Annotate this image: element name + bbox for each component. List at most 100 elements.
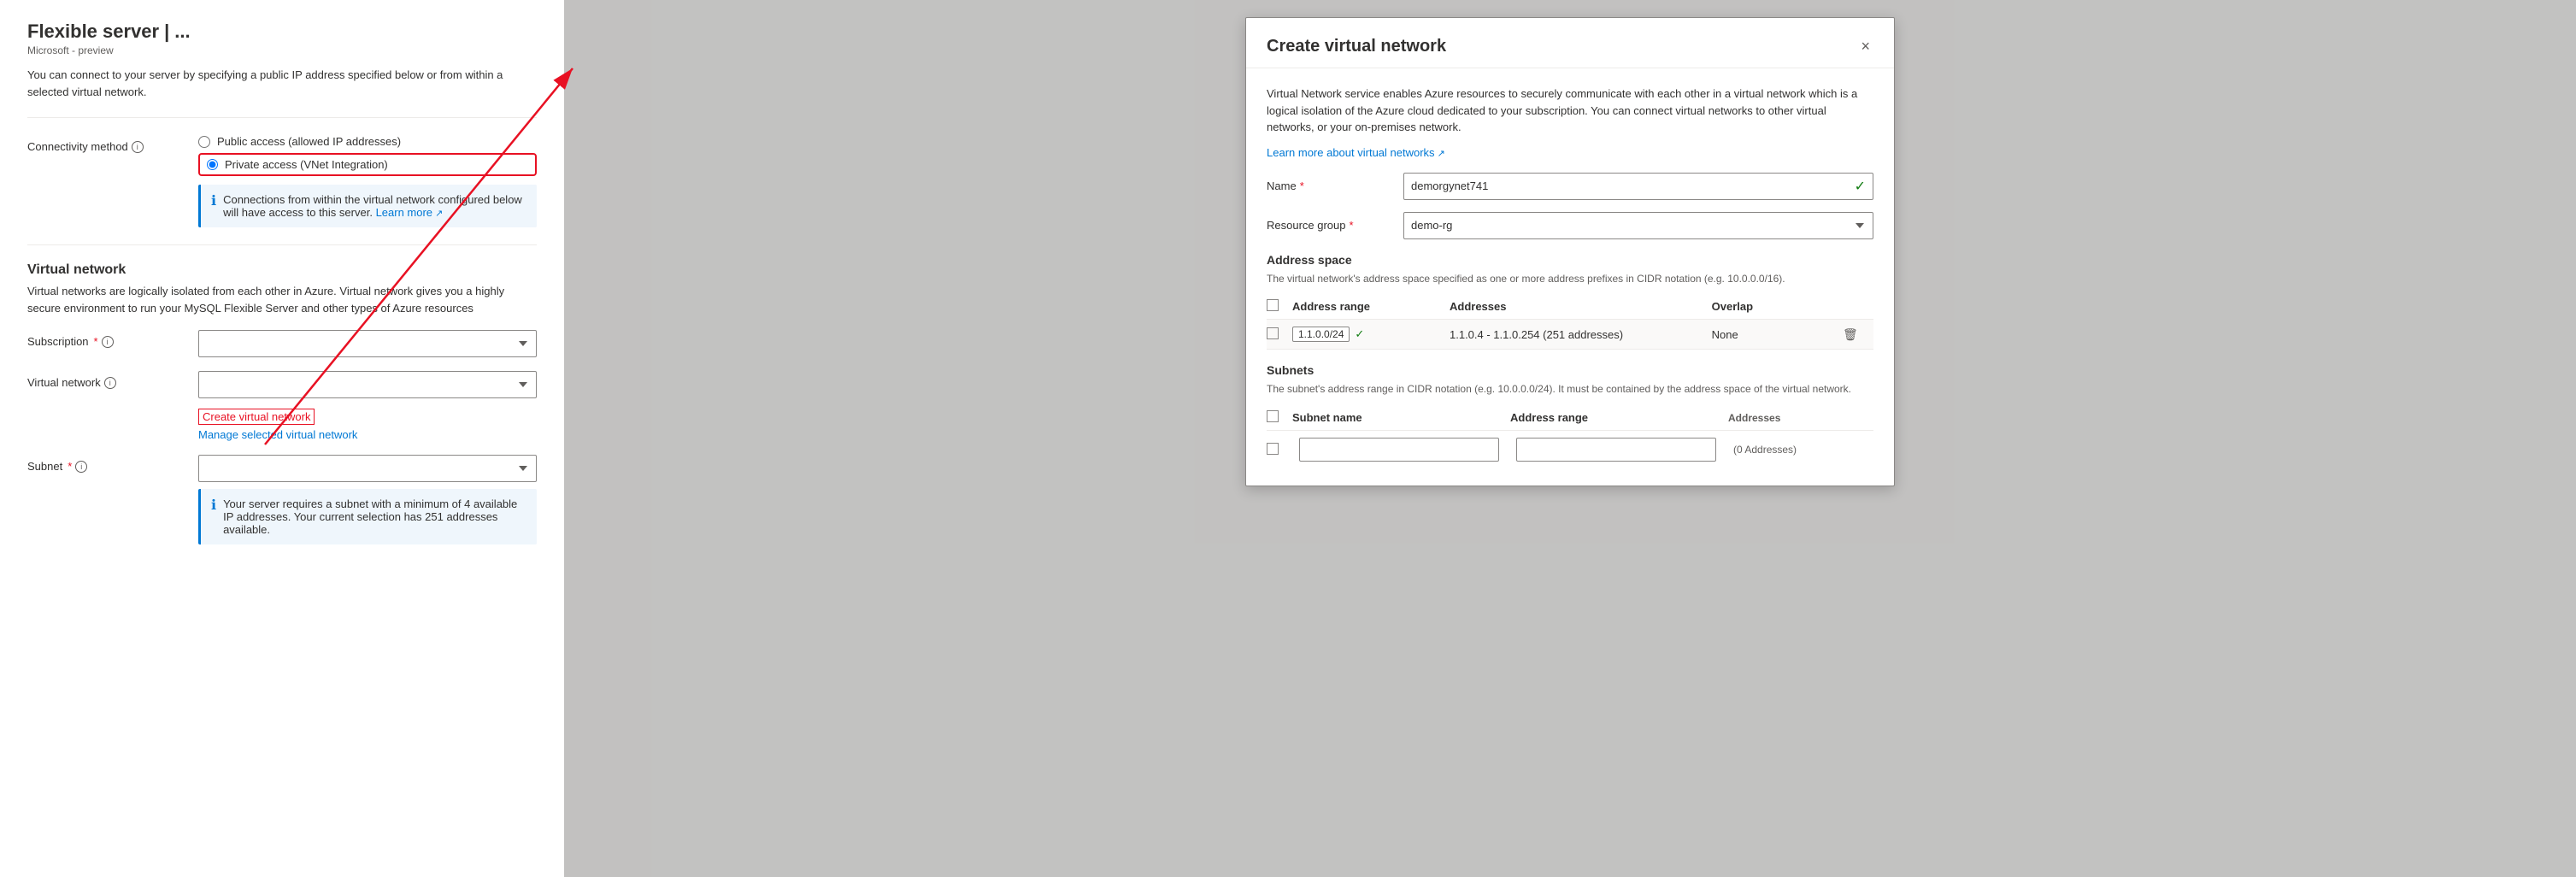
modal-header: Create virtual network × — [1246, 18, 1894, 68]
manage-vnet-link[interactable]: Manage selected virtual network — [198, 428, 357, 441]
modal-rg-select[interactable]: demo-rg — [1403, 212, 1873, 239]
subnet-header-addresses: Addresses — [1728, 412, 1873, 424]
modal-body: Virtual Network service enables Azure re… — [1246, 68, 1894, 486]
modal-rg-select-wrapper: demo-rg — [1403, 212, 1873, 239]
page-subtitle: Microsoft - preview — [27, 44, 537, 56]
range-badge: 1.1.0.0/24 — [1292, 327, 1350, 342]
subnet-name-input[interactable] — [1299, 438, 1499, 462]
subscription-control — [198, 330, 537, 357]
modal-name-input[interactable] — [1411, 180, 1855, 192]
subnet-name-col — [1299, 438, 1509, 462]
address-table-header: Address range Addresses Overlap — [1267, 294, 1873, 320]
header-checkbox[interactable] — [1267, 299, 1279, 311]
subnet-label-text: Subnet — [27, 460, 62, 473]
address-table-row: 1.1.0.0/24 ✓ 1.1.0.4 - 1.1.0.254 (251 ad… — [1267, 320, 1873, 350]
subnet-header-name: Subnet name — [1292, 411, 1510, 424]
subnet-select[interactable] — [198, 455, 537, 482]
vnet-label: Virtual network i — [27, 371, 198, 389]
infobox-message: Connections from within the virtual netw… — [223, 193, 522, 219]
vnet-control: Create virtual network Manage selected v… — [198, 371, 537, 441]
page-container: Flexible server | ... Microsoft - previe… — [0, 0, 2576, 877]
subnet-table-header: Subnet name Address range Addresses — [1267, 405, 1873, 431]
modal-rg-required: * — [1350, 219, 1354, 232]
vnet-row: Virtual network i Create virtual network… — [27, 371, 537, 441]
row-overlap-col: None — [1712, 328, 1843, 341]
subnet-data-row: (0 Addresses) — [1267, 431, 1873, 468]
right-panel: Create virtual network × Virtual Network… — [564, 0, 2576, 877]
subnet-row: Subnet * i ℹ Your server requires a subn… — [27, 455, 537, 544]
private-access-label: Private access (VNet Integration) — [225, 158, 388, 171]
subnet-select-wrapper — [198, 455, 537, 482]
subnet-row-checkbox[interactable] — [1267, 443, 1279, 455]
subnet-row-check — [1267, 443, 1292, 457]
header-range-col: Address range — [1292, 300, 1450, 313]
modal-description: Virtual Network service enables Azure re… — [1267, 85, 1873, 136]
subnet-header-checkbox[interactable] — [1267, 410, 1279, 422]
connectivity-label: Connectivity method i — [27, 135, 198, 153]
create-vnet-link[interactable]: Create virtual network — [198, 409, 315, 425]
subnet-control: ℹ Your server requires a subnet with a m… — [198, 455, 537, 544]
vnet-section-desc: Virtual networks are logically isolated … — [27, 283, 537, 316]
connectivity-method-row: Connectivity method i Public access (all… — [27, 135, 537, 227]
vnet-label-text: Virtual network — [27, 376, 101, 389]
header-overlap-col: Overlap — [1712, 300, 1843, 313]
delete-row-button[interactable]: 🗑 — [1843, 327, 1858, 341]
infobox-text: Connections from within the virtual netw… — [223, 193, 526, 219]
connectivity-infobox: ℹ Connections from within the virtual ne… — [198, 185, 537, 227]
connectivity-options: Public access (allowed IP addresses) Pri… — [198, 135, 537, 227]
vnet-section-heading: Virtual network — [27, 262, 537, 278]
vnet-info-icon[interactable]: i — [104, 377, 116, 389]
subscription-info-icon[interactable]: i — [102, 336, 114, 348]
public-access-radio[interactable] — [198, 136, 210, 148]
address-space-desc: The virtual network's address space spec… — [1267, 272, 1873, 286]
left-panel: Flexible server | ... Microsoft - previe… — [0, 0, 564, 877]
subnet-label: Subnet * i — [27, 455, 198, 473]
subnet-range-col — [1516, 438, 1726, 462]
vnet-select[interactable] — [198, 371, 537, 398]
subnet-range-input[interactable] — [1516, 438, 1716, 462]
row-check-col — [1267, 327, 1292, 342]
learn-more-link[interactable]: Learn more — [376, 206, 444, 219]
page-title: Flexible server — [27, 21, 159, 43]
header-check-col — [1267, 299, 1292, 314]
range-check-icon: ✓ — [1355, 327, 1364, 341]
public-access-option[interactable]: Public access (allowed IP addresses) — [198, 135, 537, 148]
name-valid-icon: ✓ — [1855, 178, 1866, 195]
subnet-required: * — [68, 460, 72, 473]
modal-rg-label: Resource group * — [1267, 219, 1403, 232]
row-action-col: 🗑 — [1843, 327, 1873, 342]
connectivity-info-icon[interactable]: i — [132, 141, 144, 153]
subnet-infobox-icon: ℹ — [211, 497, 216, 514]
modal-name-input-wrapper: ✓ — [1403, 173, 1873, 200]
radio-group: Public access (allowed IP addresses) Pri… — [198, 135, 537, 176]
address-space-heading: Address space — [1267, 253, 1873, 267]
modal-name-label: Name * — [1267, 180, 1403, 192]
modal-title: Create virtual network — [1267, 37, 1446, 56]
modal-name-required: * — [1300, 180, 1304, 192]
vnet-select-wrapper — [198, 371, 537, 398]
subscription-required: * — [94, 335, 98, 348]
subnets-heading: Subnets — [1267, 363, 1873, 377]
page-description: You can connect to your server by specif… — [27, 67, 537, 100]
subnet-infobox-text: Your server requires a subnet with a min… — [223, 497, 526, 536]
subnet-info-icon[interactable]: i — [75, 461, 87, 473]
subnet-header-check — [1267, 410, 1292, 425]
subnet-header-range: Address range — [1510, 411, 1728, 424]
header-addresses-col: Addresses — [1450, 300, 1712, 313]
more-options-button[interactable]: ... — [174, 21, 190, 43]
private-access-radio[interactable] — [207, 159, 218, 170]
private-access-highlighted[interactable]: Private access (VNet Integration) — [198, 153, 537, 176]
connectivity-label-text: Connectivity method — [27, 140, 128, 153]
subscription-select[interactable] — [198, 330, 537, 357]
modal-close-button[interactable]: × — [1857, 35, 1873, 57]
modal-learn-more-link[interactable]: Learn more about virtual networks — [1267, 146, 1445, 159]
subscription-label: Subscription * i — [27, 330, 198, 348]
subscription-row: Subscription * i — [27, 330, 537, 357]
modal-rg-row: Resource group * demo-rg — [1267, 212, 1873, 239]
create-vnet-modal: Create virtual network × Virtual Network… — [1245, 17, 1895, 486]
subscription-select-wrapper — [198, 330, 537, 357]
row-range-col: 1.1.0.0/24 ✓ — [1292, 327, 1450, 342]
subnet-addresses-col: (0 Addresses) — [1733, 444, 1873, 456]
row-checkbox[interactable] — [1267, 327, 1279, 339]
row-addresses-col: 1.1.0.4 - 1.1.0.254 (251 addresses) — [1450, 328, 1712, 341]
